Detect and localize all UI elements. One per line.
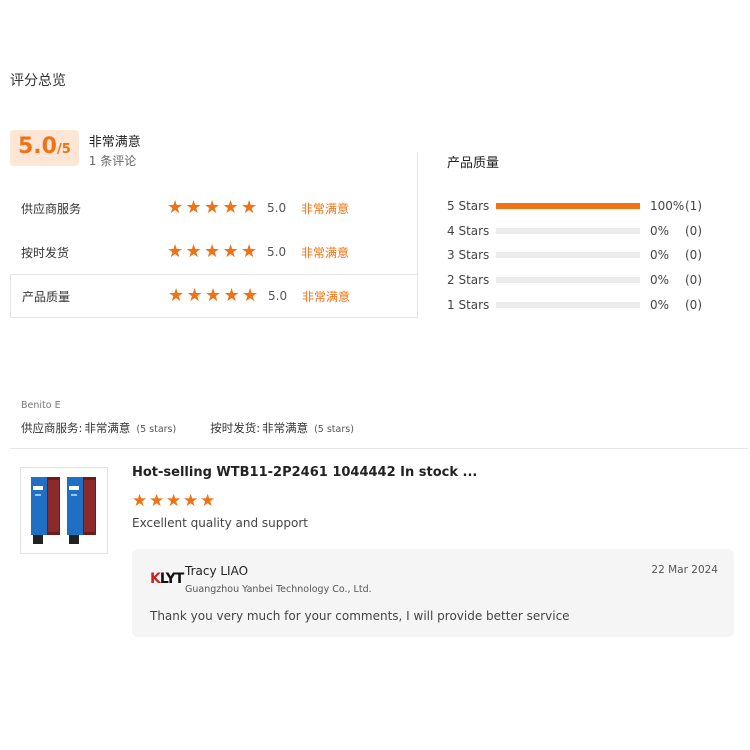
meta-stars: (5 stars) [136, 424, 177, 435]
star-icon: ★ [241, 197, 258, 218]
distribution-percent: 0% [650, 248, 670, 263]
rating-name: 产品质量 [22, 289, 71, 304]
rating-name: 按时发货 [21, 245, 70, 260]
company-logo: KLYT [150, 571, 184, 587]
review-meta: 供应商服务: 非常满意 (5 stars) 按时发货: 非常满意 (5 star… [21, 420, 354, 436]
distribution-label: 5 Stars [447, 199, 490, 214]
distribution-count: (1) [685, 199, 702, 214]
distribution-row: 1 Stars 0% (0) [447, 292, 702, 317]
reply-company: Guangzhou Yanbei Technology Co., Ltd. [185, 584, 372, 595]
score-summary: 5.0 /5 非常满意 1 条评论 [10, 130, 141, 169]
distribution-row: 3 Stars 0% (0) [447, 243, 702, 268]
progress-bar [496, 301, 640, 308]
star-icon: ★ [185, 241, 202, 262]
progress-fill [496, 203, 640, 210]
rating-value: 5.0 [268, 289, 288, 303]
divider [10, 448, 748, 449]
meta-label: 供应商服务: [21, 421, 83, 435]
distribution-percent: 0% [650, 223, 670, 238]
review-star-rating: ★ ★ ★ ★ ★ [132, 492, 217, 510]
star-icon: ★ [132, 491, 148, 511]
rating-row: 供应商服务 ★ ★ ★ ★ ★ 5.0 非常满意 [10, 186, 417, 230]
star-icon: ★ [200, 491, 216, 511]
star-icon: ★ [204, 241, 221, 262]
reply-text: Thank you very much for your comments, I… [150, 609, 570, 623]
section-title: 评分总览 [10, 73, 66, 89]
star-icon: ★ [149, 491, 165, 511]
star-icon: ★ [223, 285, 240, 306]
rating-value: 5.0 [267, 201, 287, 215]
distribution-count: (0) [685, 248, 702, 263]
star-icon: ★ [242, 285, 259, 306]
score-label: 非常满意 [88, 135, 141, 150]
rating-row: 按时发货 ★ ★ ★ ★ ★ 5.0 非常满意 [10, 230, 417, 274]
distribution-row: 5 Stars 100% (1) [447, 194, 702, 219]
meta-value: 非常满意 [84, 421, 131, 435]
review-count: 1 条评论 [88, 154, 137, 168]
rating-desc: 非常满意 [302, 289, 351, 304]
progress-bar [496, 227, 640, 234]
divider [417, 152, 418, 186]
progress-bar [496, 252, 640, 259]
star-icon: ★ [205, 285, 222, 306]
reviewer-name: Benito E [21, 400, 61, 411]
distribution-percent: 0% [650, 297, 670, 312]
distribution-label: 4 Stars [447, 223, 490, 238]
distribution-count: (0) [685, 223, 702, 238]
meta-value: 非常满意 [262, 421, 309, 435]
star-rating: ★ ★ ★ ★ ★ [168, 287, 264, 305]
star-icon: ★ [222, 197, 239, 218]
score-badge: 5.0 /5 [10, 130, 79, 166]
sensor-product-image [31, 477, 96, 544]
meta-label: 按时发货: [210, 421, 261, 435]
rating-desc: 非常满意 [301, 245, 350, 260]
star-rating: ★ ★ ★ ★ ★ [167, 199, 263, 217]
progress-bar [496, 277, 640, 284]
star-icon: ★ [185, 197, 202, 218]
progress-bar [496, 203, 640, 210]
star-icon: ★ [167, 241, 184, 262]
meta-on-time-delivery: 按时发货: 非常满意 (5 stars) [210, 420, 354, 436]
star-icon: ★ [186, 285, 203, 306]
star-icon: ★ [204, 197, 221, 218]
meta-supplier-service: 供应商服务: 非常满意 (5 stars) [21, 420, 176, 436]
seller-reply: KLYT Tracy LIAO Guangzhou Yanbei Technol… [132, 549, 734, 637]
rating-table: 供应商服务 ★ ★ ★ ★ ★ 5.0 非常满意 按时发货 ★ ★ ★ ★ ★ 5.0 非常满意… [10, 186, 418, 318]
star-rating: ★ ★ ★ ★ ★ [167, 243, 263, 261]
reply-author: Tracy LIAO [185, 564, 249, 578]
star-icon: ★ [167, 197, 184, 218]
product-thumbnail[interactable] [20, 467, 108, 554]
score-value: 5.0 [18, 134, 57, 159]
distribution-title: 产品质量 [447, 156, 500, 171]
review-text: Excellent quality and support [132, 516, 308, 530]
star-distribution: 5 Stars 100% (1) 4 Stars 0% (0) 3 Stars … [447, 194, 702, 317]
distribution-count: (0) [685, 297, 702, 312]
star-icon: ★ [168, 285, 185, 306]
distribution-label: 2 Stars [447, 273, 490, 288]
distribution-label: 1 Stars [447, 297, 490, 312]
distribution-label: 3 Stars [447, 248, 490, 263]
product-title-link[interactable]: Hot-selling WTB11-2P2461 1044442 In stoc… [132, 465, 477, 480]
rating-desc: 非常满意 [301, 201, 350, 216]
star-icon: ★ [183, 491, 199, 511]
meta-stars: (5 stars) [314, 424, 354, 435]
distribution-count: (0) [685, 273, 702, 288]
distribution-percent: 0% [650, 273, 670, 288]
rating-name: 供应商服务 [21, 201, 82, 216]
star-icon: ★ [241, 241, 258, 262]
rating-value: 5.0 [267, 245, 287, 259]
score-denominator: /5 [56, 142, 71, 157]
reply-date: 22 Mar 2024 [651, 564, 718, 576]
distribution-percent: 100% [650, 199, 685, 214]
distribution-row: 4 Stars 0% (0) [447, 219, 702, 244]
rating-row[interactable]: 产品质量 ★ ★ ★ ★ ★ 5.0 非常满意 [10, 274, 417, 318]
star-icon: ★ [222, 241, 239, 262]
distribution-row: 2 Stars 0% (0) [447, 268, 702, 293]
star-icon: ★ [166, 491, 182, 511]
